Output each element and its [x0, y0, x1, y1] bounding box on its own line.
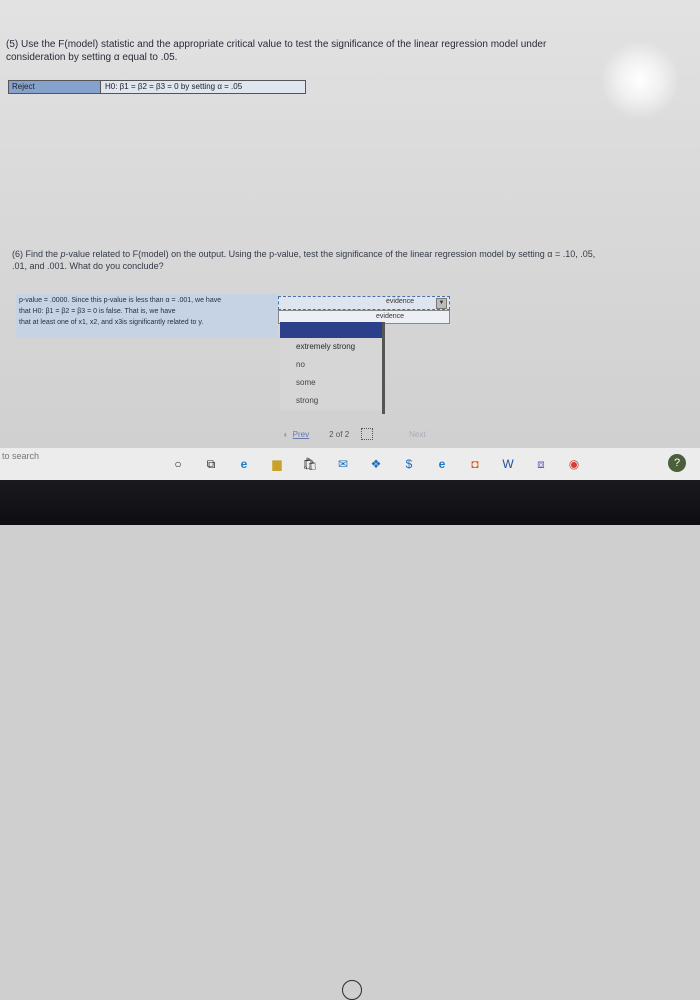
- option-no[interactable]: no: [280, 356, 384, 374]
- grid-view-icon[interactable]: [361, 428, 374, 440]
- option-some[interactable]: some: [280, 374, 384, 392]
- task-view-icon[interactable]: ⧉: [203, 456, 219, 472]
- hp-logo: [342, 980, 362, 1000]
- dropdown-scrollbar[interactable]: [382, 322, 385, 414]
- word-icon[interactable]: W: [500, 456, 516, 472]
- next-link[interactable]: Next: [409, 430, 425, 439]
- dropdown-options-list: extremely strong no some strong: [280, 322, 384, 410]
- edge-icon[interactable]: e: [236, 456, 252, 472]
- answer-line-3: that at least one of x1, x2, and x3is si…: [19, 319, 204, 326]
- laptop-bezel: [0, 480, 700, 1000]
- mail-icon[interactable]: ✉: [335, 456, 351, 472]
- store-icon[interactable]: 🛍: [302, 456, 318, 472]
- option-extremely-strong[interactable]: extremely strong: [280, 338, 384, 356]
- file-explorer-icon[interactable]: ▆: [269, 456, 285, 472]
- office-icon[interactable]: ◘: [467, 456, 483, 472]
- chrome-icon[interactable]: ◉: [566, 456, 582, 472]
- help-icon[interactable]: ?: [668, 454, 686, 472]
- question-5-answer-row: Reject H0: β1 = β2 = β3 = 0 by setting α…: [8, 80, 306, 94]
- prev-link[interactable]: Prev: [293, 430, 309, 439]
- evidence-dropdown-1[interactable]: ▼: [278, 296, 450, 310]
- chevron-down-icon[interactable]: ▼: [436, 297, 447, 309]
- teams-icon[interactable]: ⧈: [533, 456, 549, 472]
- question-6-text: (6) Find the p-value related to F(model)…: [12, 249, 596, 271]
- decision-dropdown[interactable]: Reject: [9, 81, 101, 93]
- cortana-icon[interactable]: ○: [170, 456, 186, 472]
- prev-chevron-icon[interactable]: ‹: [284, 430, 287, 439]
- option-strong[interactable]: strong: [280, 392, 384, 410]
- taskbar-icons: ○ ⧉ e ▆ 🛍 ✉ ❖ $ e ◘ W ⧈ ◉: [170, 456, 582, 472]
- evidence-label-2: evidence: [376, 313, 405, 320]
- taskbar-search[interactable]: to search: [2, 451, 39, 461]
- question-6-answer-box: p-value = .0000. Since this p-value is l…: [16, 294, 278, 338]
- dropbox-icon[interactable]: ❖: [368, 456, 384, 472]
- evidence-label-1: evidence: [386, 298, 415, 305]
- screen-glare: [600, 40, 680, 120]
- dropdown-highlight[interactable]: [280, 322, 384, 338]
- answer-line-2: that H0: β1 = β2 = β3 = 0 is false. That…: [19, 308, 176, 315]
- windows-taskbar: to search ○ ⧉ e ▆ 🛍 ✉ ❖ $ e ◘ W ⧈ ◉ ?: [0, 448, 700, 480]
- hypothesis-text: H0: β1 = β2 = β3 = 0 by setting α = .05: [101, 81, 305, 93]
- browser-content: (5) Use the F(model) statistic and the a…: [0, 0, 700, 448]
- pager: ‹ Prev 2 of 2 Next: [284, 428, 426, 440]
- answer-line-1: p-value = .0000. Since this p-value is l…: [19, 297, 222, 304]
- question-5-text: (5) Use the F(model) statistic and the a…: [6, 39, 547, 63]
- page-count: 2 of 2: [329, 429, 350, 439]
- internet-explorer-icon[interactable]: e: [434, 456, 450, 472]
- dollar-app-icon[interactable]: $: [401, 456, 417, 472]
